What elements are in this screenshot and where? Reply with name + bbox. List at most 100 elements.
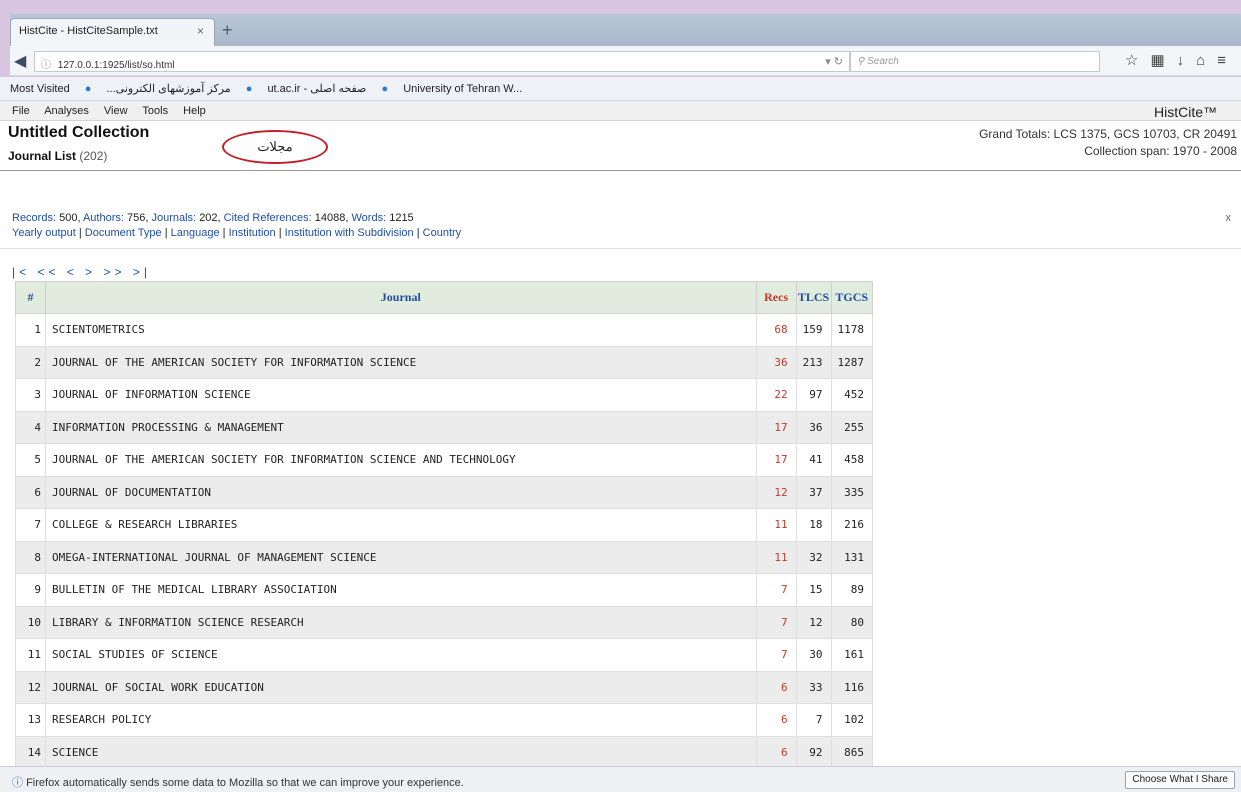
recs-value[interactable]: 17 xyxy=(755,443,797,477)
table-row[interactable]: 4 INFORMATION PROCESSING & MANAGEMENT 17 36… xyxy=(15,410,873,444)
tgcs-value: 255 xyxy=(830,410,873,444)
link-document-type[interactable]: Document Type xyxy=(85,227,162,239)
back-arrow-icon[interactable]: ◀ xyxy=(14,51,26,71)
tlcs-value: 36 xyxy=(795,410,832,444)
menu-file[interactable]: File xyxy=(12,105,30,117)
journal-name-link[interactable]: JOURNAL OF SOCIAL WORK EDUCATION xyxy=(45,670,757,704)
bookmark-elearning[interactable]: ...مرکز آموزشهای الکترونی xyxy=(107,83,231,95)
journal-name-link[interactable]: OMEGA-INTERNATIONAL JOURNAL OF MANAGEMEN… xyxy=(45,540,757,574)
table-row[interactable]: 14 SCIENCE 6 92 865 xyxy=(15,735,873,769)
table-row[interactable]: 1 SCIENTOMETRICS 68 159 1178 xyxy=(15,313,873,347)
menu-icon[interactable]: ≡ xyxy=(1217,52,1238,69)
tgcs-value: 216 xyxy=(830,508,873,542)
authors-link[interactable]: Authors: xyxy=(83,212,124,224)
recs-value[interactable]: 11 xyxy=(755,508,797,542)
recs-value[interactable]: 11 xyxy=(755,540,797,574)
words-link[interactable]: Words: xyxy=(352,212,387,224)
table-row[interactable]: 9 BULLETIN OF THE MEDICAL LIBRARY ASSOCIA… xyxy=(15,573,873,607)
menu-tools[interactable]: Tools xyxy=(142,105,168,117)
pagination-controls[interactable]: |< << < > >> >| xyxy=(12,265,151,279)
col-header-recs[interactable]: Recs xyxy=(755,281,797,314)
tlcs-value: 15 xyxy=(795,573,832,607)
col-header-tgcs[interactable]: TGCS xyxy=(830,281,873,314)
bookmark-university-tehran[interactable]: University of Tehran W... xyxy=(403,83,522,95)
globe-icon: ● xyxy=(381,83,389,95)
reading-list-icon[interactable]: ▦ xyxy=(1150,52,1176,69)
recs-value[interactable]: 6 xyxy=(755,735,797,769)
journal-name-link[interactable]: JOURNAL OF THE AMERICAN SOCIETY FOR INFO… xyxy=(45,345,757,379)
journal-name-link[interactable]: INFORMATION PROCESSING & MANAGEMENT xyxy=(45,410,757,444)
bookmark-ut-home[interactable]: ut.ac.ir - صفحه اصلی xyxy=(267,83,366,95)
journal-name-link[interactable]: LIBRARY & INFORMATION SCIENCE RESEARCH xyxy=(45,605,757,639)
journal-name-link[interactable]: JOURNAL OF INFORMATION SCIENCE xyxy=(45,378,757,412)
notification-text: Firefox automatically sends some data to… xyxy=(26,777,464,789)
link-country[interactable]: Country xyxy=(423,227,462,239)
bookmark-most-visited[interactable]: Most Visited xyxy=(10,83,70,95)
row-index: 7 xyxy=(15,508,46,542)
new-tab-icon[interactable]: + xyxy=(222,21,233,39)
choose-what-i-share-button[interactable]: Choose What I Share xyxy=(1125,771,1235,789)
menu-analyses[interactable]: Analyses xyxy=(44,105,89,117)
table-row[interactable]: 12 JOURNAL OF SOCIAL WORK EDUCATION 6 33 116 xyxy=(15,670,873,704)
journal-name-link[interactable]: JOURNAL OF DOCUMENTATION xyxy=(45,475,757,509)
cited-references-link[interactable]: Cited References: xyxy=(224,212,312,224)
table-row[interactable]: 2 JOURNAL OF THE AMERICAN SOCIETY FOR INF… xyxy=(15,345,873,379)
table-row[interactable]: 13 RESEARCH POLICY 6 7 102 xyxy=(15,703,873,737)
journal-name-link[interactable]: SOCIAL STUDIES OF SCIENCE xyxy=(45,638,757,672)
journal-name-link[interactable]: JOURNAL OF THE AMERICAN SOCIETY FOR INFO… xyxy=(45,443,757,477)
col-header-tlcs[interactable]: TLCS xyxy=(795,281,832,314)
tab-close-icon[interactable]: × xyxy=(197,24,204,38)
tlcs-value: 33 xyxy=(795,670,832,704)
tab-title: HistCite - HistCiteSample.txt xyxy=(19,25,158,37)
info-icon: ⓘ xyxy=(12,777,23,789)
url-text: 127.0.0.1:1925/list/so.html xyxy=(57,60,175,71)
menu-view[interactable]: View xyxy=(104,105,128,117)
link-institution-subdivision[interactable]: Institution with Subdivision xyxy=(285,227,414,239)
table-row[interactable]: 7 COLLEGE & RESEARCH LIBRARIES 11 18 216 xyxy=(15,508,873,542)
tgcs-value: 161 xyxy=(830,638,873,672)
journal-name-link[interactable]: BULLETIN OF THE MEDICAL LIBRARY ASSOCIAT… xyxy=(45,573,757,607)
recs-value[interactable]: 7 xyxy=(755,605,797,639)
recs-value[interactable]: 7 xyxy=(755,573,797,607)
journal-name-link[interactable]: COLLEGE & RESEARCH LIBRARIES xyxy=(45,508,757,542)
bookmark-star-icon[interactable]: ☆ xyxy=(1125,52,1150,69)
bookmarks-toolbar: Most Visited ● ...مرکز آموزشهای الکترونی… xyxy=(0,77,1241,101)
records-link[interactable]: Records: xyxy=(12,212,56,224)
browser-tab[interactable]: HistCite - HistCiteSample.txt × xyxy=(10,18,215,46)
tlcs-value: 159 xyxy=(795,313,832,347)
table-row[interactable]: 11 SOCIAL STUDIES OF SCIENCE 7 30 161 xyxy=(15,638,873,672)
journal-name-link[interactable]: SCIENTOMETRICS xyxy=(45,313,757,347)
table-row[interactable]: 3 JOURNAL OF INFORMATION SCIENCE 22 97 452 xyxy=(15,378,873,412)
col-header-journal[interactable]: Journal xyxy=(45,281,757,314)
home-icon[interactable]: ⌂ xyxy=(1196,52,1217,69)
table-row[interactable]: 5 JOURNAL OF THE AMERICAN SOCIETY FOR INF… xyxy=(15,443,873,477)
menu-help[interactable]: Help xyxy=(183,105,206,117)
tab-strip: HistCite - HistCiteSample.txt × + xyxy=(10,14,1241,46)
recs-value[interactable]: 36 xyxy=(755,345,797,379)
table-row[interactable]: 6 JOURNAL OF DOCUMENTATION 12 37 335 xyxy=(15,475,873,509)
url-bar[interactable]: ⓘ 127.0.0.1:1925/list/so.html ▾ ↻ xyxy=(34,51,850,72)
row-index: 5 xyxy=(15,443,46,477)
link-institution[interactable]: Institution xyxy=(229,227,276,239)
recs-value[interactable]: 6 xyxy=(755,670,797,704)
close-summary-icon[interactable]: x xyxy=(1226,211,1232,226)
col-header-index[interactable]: # xyxy=(15,281,46,314)
recs-value[interactable]: 12 xyxy=(755,475,797,509)
link-yearly-output[interactable]: Yearly output xyxy=(12,227,76,239)
row-index: 13 xyxy=(15,703,46,737)
journals-link[interactable]: Journals: xyxy=(151,212,196,224)
journal-name-link[interactable]: SCIENCE xyxy=(45,735,757,769)
table-row[interactable]: 8 OMEGA-INTERNATIONAL JOURNAL OF MANAGEME… xyxy=(15,540,873,574)
recs-value[interactable]: 7 xyxy=(755,638,797,672)
recs-value[interactable]: 68 xyxy=(755,313,797,347)
search-input[interactable]: ⚲ Search xyxy=(850,51,1100,72)
reload-icon[interactable]: ▾ ↻ xyxy=(825,55,843,68)
link-language[interactable]: Language xyxy=(171,227,220,239)
recs-value[interactable]: 6 xyxy=(755,703,797,737)
journal-name-link[interactable]: RESEARCH POLICY xyxy=(45,703,757,737)
site-info-icon[interactable]: ⓘ xyxy=(41,60,51,71)
table-row[interactable]: 10 LIBRARY & INFORMATION SCIENCE RESEARCH… xyxy=(15,605,873,639)
download-icon[interactable]: ↓ xyxy=(1177,52,1197,69)
recs-value[interactable]: 17 xyxy=(755,410,797,444)
recs-value[interactable]: 22 xyxy=(755,378,797,412)
